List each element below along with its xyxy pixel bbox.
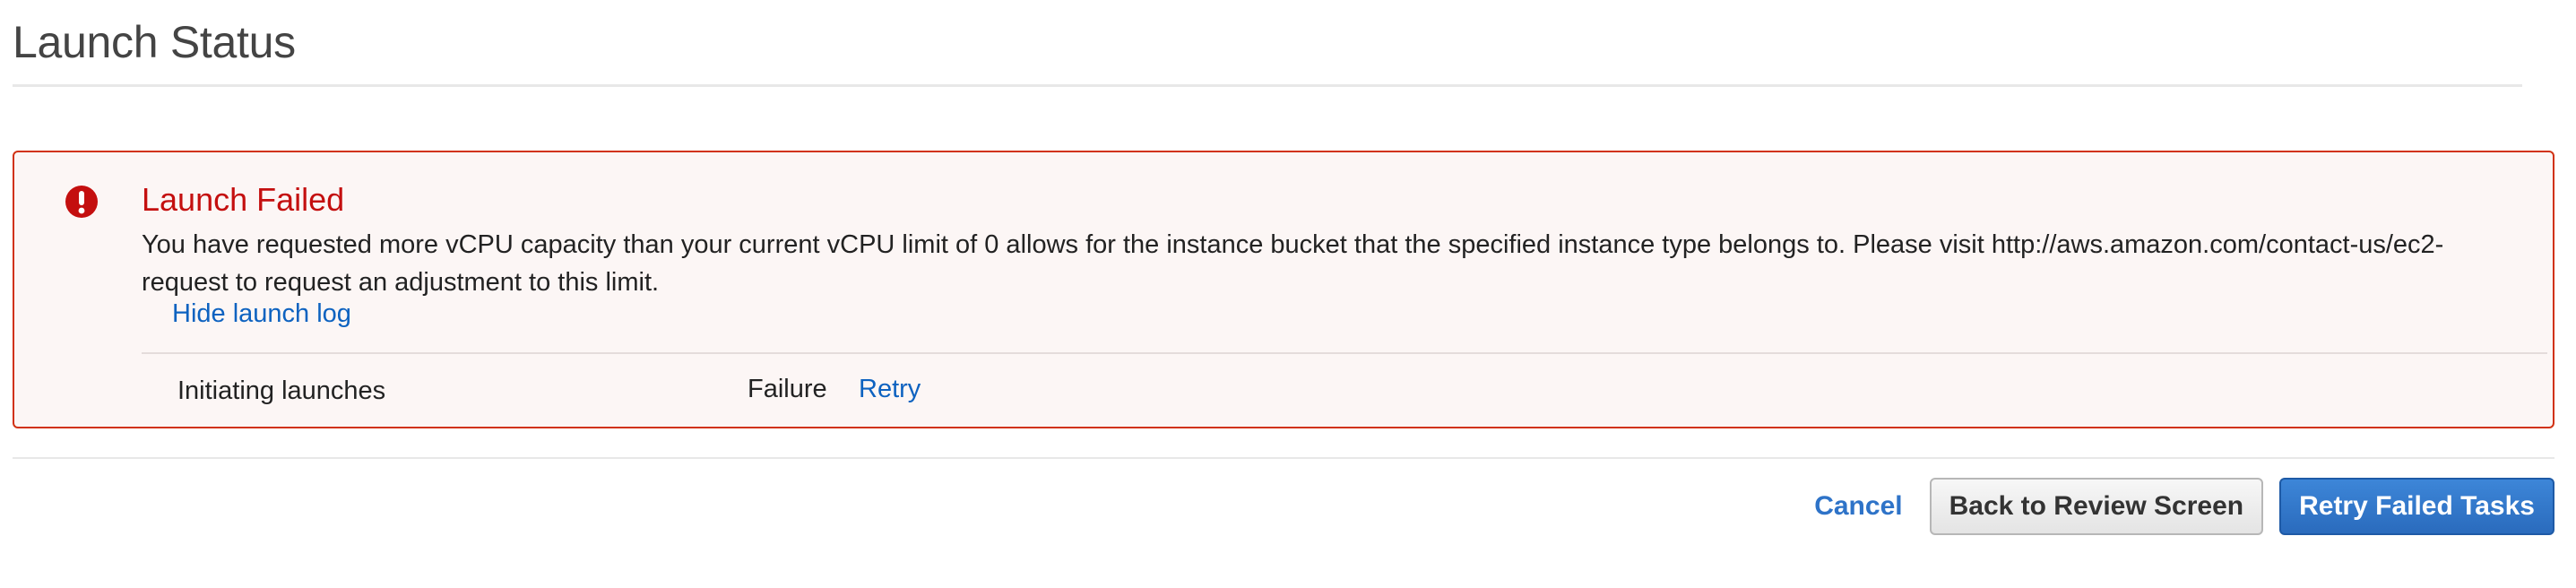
launch-failed-alert: Launch Failed You have requested more vC… bbox=[13, 151, 2554, 428]
log-task-label: Initiating launches bbox=[177, 376, 386, 405]
footer-divider bbox=[13, 457, 2554, 459]
hide-launch-log-link[interactable]: Hide launch log bbox=[172, 299, 351, 329]
exclamation-circle-icon bbox=[65, 186, 98, 218]
cancel-link[interactable]: Cancel bbox=[1814, 491, 1902, 522]
alert-message: You have requested more vCPU capacity th… bbox=[142, 230, 2444, 297]
page-title: Launch Status bbox=[13, 17, 296, 67]
log-status-label: Failure bbox=[748, 375, 827, 403]
retry-link[interactable]: Retry bbox=[859, 375, 921, 404]
launch-status-page: Launch Status Launch Failed You have req… bbox=[0, 0, 2576, 588]
title-divider bbox=[13, 84, 2522, 87]
launch-log-row: Initiating launches Failure Retry bbox=[142, 360, 2547, 414]
retry-failed-tasks-button[interactable]: Retry Failed Tasks bbox=[2279, 478, 2554, 535]
alert-title: Launch Failed bbox=[142, 181, 345, 218]
footer-actions: Cancel Back to Review Screen Retry Faile… bbox=[1814, 477, 2554, 536]
launch-log-divider bbox=[142, 352, 2547, 354]
back-to-review-button[interactable]: Back to Review Screen bbox=[1929, 478, 2264, 535]
